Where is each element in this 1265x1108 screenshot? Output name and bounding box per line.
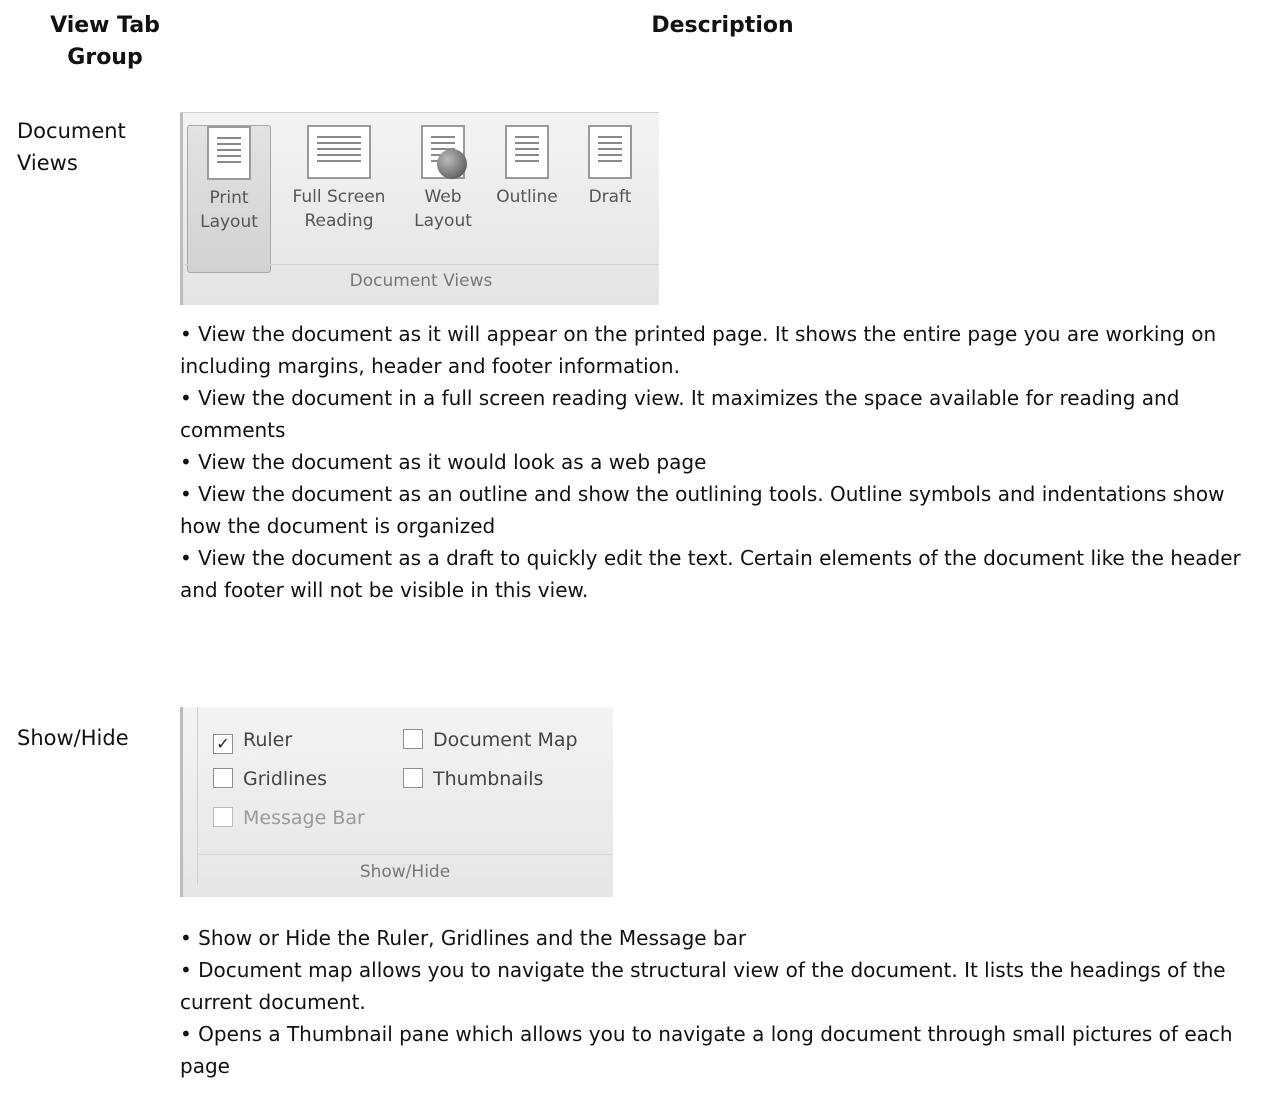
checkbox-box[interactable] [213,807,233,827]
bullet-item: • Show or Hide the Ruler, Gridlines and … [180,926,747,950]
full-screen-reading-icon [307,125,371,179]
bullet-item: • View the document as it will appear on… [180,322,1217,378]
thumbnails-checkbox[interactable]: Thumbnails [403,764,543,794]
ribbon-group-title: Document Views [183,264,659,297]
message-bar-label: Message Bar [243,807,365,829]
outline-button[interactable]: Outline [487,125,567,209]
web-layout-label: Web Layout [414,187,472,231]
message-bar-checkbox[interactable]: Message Bar [213,803,365,833]
web-layout-button[interactable]: Web Layout [405,125,481,233]
full-screen-reading-button[interactable]: Full Screen Reading [279,125,399,233]
group-label-document-views: Document Views [17,119,126,175]
bullet-item: • View the document as it would look as … [180,450,707,474]
group-label-show-hide: Show/Hide [17,726,129,750]
bullet-item: • View the document as an outline and sh… [180,482,1225,538]
print-layout-icon [207,126,251,180]
document-views-description: • View the document as it will appear on… [180,318,1260,606]
outline-label: Outline [496,187,558,207]
gridlines-label: Gridlines [243,768,328,790]
ruler-label: Ruler [243,729,293,751]
draft-label: Draft [588,187,632,207]
checkbox-box[interactable]: ✓ [213,734,233,754]
show-hide-ribbon: ✓ Ruler Document Map Gridlines Thumbnails… [180,707,613,897]
show-hide-description: • Show or Hide the Ruler, Gridlines and … [180,922,1260,1082]
checkbox-box[interactable] [403,768,423,788]
draft-button[interactable]: Draft [575,125,645,209]
checkbox-box[interactable] [403,729,423,749]
document-views-ribbon: Print Layout Full Screen Reading Web Lay… [180,112,659,305]
gridlines-checkbox[interactable]: Gridlines [213,764,327,794]
column-header-description: Description [651,13,794,38]
column-header-group: View Tab Group [50,13,160,70]
bullet-item: • Document map allows you to navigate th… [180,958,1226,1014]
bullet-item: • Opens a Thumbnail pane which allows yo… [180,1022,1233,1078]
web-layout-icon [421,125,467,179]
ruler-checkbox[interactable]: ✓ Ruler [213,725,292,755]
draft-icon [588,125,632,179]
print-layout-button[interactable]: Print Layout [187,125,271,273]
ribbon-group-title: Show/Hide [197,854,613,889]
print-layout-label: Print Layout [200,188,258,232]
bullet-item: • View the document in a full screen rea… [180,386,1180,442]
checkbox-box[interactable] [213,768,233,788]
outline-icon [505,125,549,179]
document-map-label: Document Map [433,729,578,751]
thumbnails-label: Thumbnails [433,768,544,790]
bullet-item: • View the document as a draft to quickl… [180,546,1241,602]
full-screen-reading-label: Full Screen Reading [292,187,386,231]
document-map-checkbox[interactable]: Document Map [403,725,578,755]
